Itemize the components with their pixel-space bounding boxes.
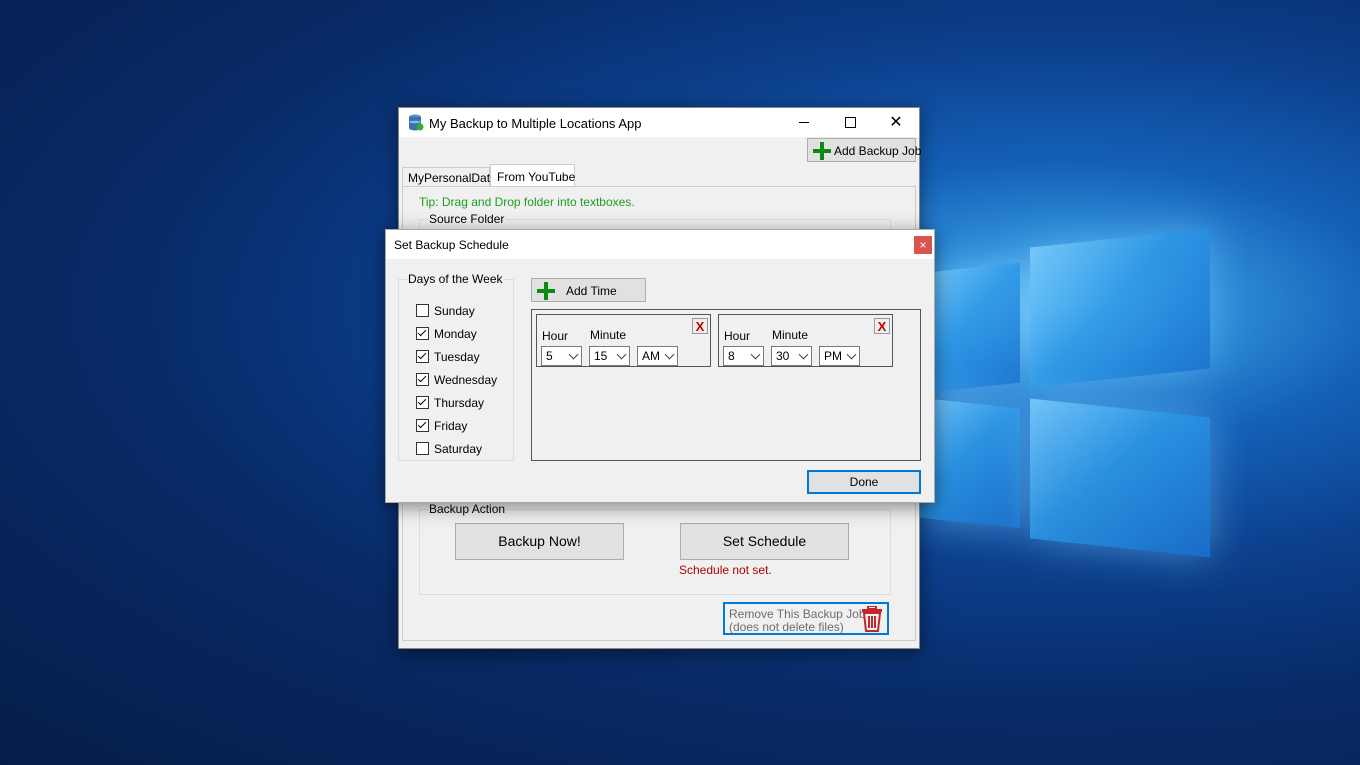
- trash-icon: [862, 606, 882, 632]
- plus-icon: [537, 282, 555, 300]
- close-icon: ×: [919, 238, 927, 252]
- tip-text: Tip: Drag and Drop folder into textboxes…: [419, 195, 635, 209]
- day-checkbox-row[interactable]: Friday: [416, 418, 506, 434]
- tab-mypersonaldata[interactable]: MyPersonalData: [402, 167, 497, 186]
- chevron-down-icon: [798, 349, 809, 360]
- minute-label: Minute: [590, 328, 627, 342]
- schedule-status-text: Schedule not set.: [679, 563, 772, 577]
- hour-select[interactable]: 8: [723, 346, 764, 366]
- minute-label: Minute: [772, 328, 809, 342]
- day-checkbox-row[interactable]: Monday: [416, 326, 506, 342]
- minute-select-value: 15: [594, 349, 608, 363]
- close-icon: ✕: [889, 114, 903, 131]
- tab-label: From YouTube: [497, 170, 576, 184]
- day-label: Thursday: [434, 396, 485, 410]
- minute-select[interactable]: 15: [589, 346, 630, 366]
- minute-select-value: 30: [776, 349, 790, 363]
- done-button[interactable]: Done: [807, 470, 921, 494]
- schedule-title-bar: Set Backup Schedule ×: [386, 230, 934, 259]
- chevron-down-icon: [664, 349, 675, 360]
- day-checkbox-row[interactable]: Sunday: [416, 303, 506, 319]
- time-slot: Hour Minute X 5 15 AM: [536, 314, 711, 367]
- minimize-button[interactable]: [781, 108, 827, 137]
- day-checkbox-row[interactable]: Tuesday: [416, 349, 506, 365]
- chevron-down-icon: [846, 349, 857, 360]
- backup-now-label: Backup Now!: [498, 533, 581, 549]
- day-checkbox-row[interactable]: Thursday: [416, 395, 506, 411]
- add-time-label: Add Time: [566, 284, 617, 298]
- day-label: Tuesday: [434, 350, 480, 364]
- remove-job-line2: (does not delete files): [729, 620, 844, 634]
- hour-select-value: 8: [728, 349, 735, 363]
- ampm-select-value: AM: [642, 349, 660, 363]
- day-label: Monday: [434, 327, 477, 341]
- day-label: Saturday: [434, 442, 483, 456]
- day-checkbox[interactable]: [416, 442, 429, 455]
- tab-label: MyPersonalData: [408, 171, 497, 185]
- ampm-select[interactable]: AM: [637, 346, 678, 366]
- day-label: Sunday: [434, 304, 475, 318]
- main-title-bar: My Backup to Multiple Locations App ✕: [399, 108, 919, 137]
- source-folder-label: Source Folder: [428, 212, 506, 226]
- day-checkbox[interactable]: [416, 304, 429, 317]
- add-backup-job-label: Add Backup Job: [834, 144, 922, 158]
- close-button[interactable]: ✕: [873, 108, 919, 137]
- main-window-title: My Backup to Multiple Locations App: [429, 116, 642, 131]
- add-backup-job-button[interactable]: Add Backup Job: [807, 138, 921, 162]
- tab-from-youtube[interactable]: From YouTube: [490, 164, 575, 187]
- day-checkbox[interactable]: [416, 327, 429, 340]
- chevron-down-icon: [616, 349, 627, 360]
- backup-now-button[interactable]: Backup Now!: [455, 523, 624, 560]
- hour-label: Hour: [542, 329, 569, 343]
- remove-time-button[interactable]: X: [874, 318, 890, 334]
- remove-time-button[interactable]: X: [692, 318, 708, 334]
- days-group-title: Days of the Week: [407, 272, 504, 286]
- time-slot: Hour Minute X 8 30 PM: [718, 314, 893, 367]
- chevron-down-icon: [568, 349, 579, 360]
- day-label: Wednesday: [434, 373, 498, 387]
- backup-action-title: Backup Action: [428, 502, 507, 516]
- schedule-dialog: Set Backup Schedule × Days of the Week S…: [385, 229, 935, 503]
- windows-logo: [900, 228, 1220, 568]
- minimize-icon: [799, 122, 809, 124]
- minute-select[interactable]: 30: [771, 346, 812, 366]
- remove-backup-job-button[interactable]: Remove This Backup Job (does not delete …: [723, 602, 889, 635]
- database-app-icon: [409, 114, 424, 131]
- day-checkbox[interactable]: [416, 419, 429, 432]
- ampm-select[interactable]: PM: [819, 346, 860, 366]
- dialog-close-button[interactable]: ×: [914, 236, 932, 254]
- day-label: Friday: [434, 419, 468, 433]
- maximize-icon: [844, 117, 856, 129]
- schedule-dialog-title: Set Backup Schedule: [394, 238, 509, 252]
- remove-job-line1: Remove This Backup Job: [729, 607, 866, 621]
- hour-select-value: 5: [546, 349, 553, 363]
- maximize-button[interactable]: [827, 108, 873, 137]
- day-checkbox-row[interactable]: Saturday: [416, 441, 506, 457]
- hour-label: Hour: [724, 329, 751, 343]
- days-of-week-group: Days of the Week Sunday Monday Tuesday Wedn…: [398, 272, 514, 461]
- plus-icon: [813, 142, 831, 160]
- set-schedule-label: Set Schedule: [722, 533, 807, 549]
- day-checkbox[interactable]: [416, 396, 429, 409]
- add-time-button[interactable]: Add Time: [531, 278, 646, 302]
- day-checkbox[interactable]: [416, 373, 429, 386]
- done-label: Done: [849, 475, 879, 489]
- chevron-down-icon: [750, 349, 761, 360]
- ampm-select-value: PM: [824, 349, 842, 363]
- backup-action-group: Backup Action Backup Now! Set Schedule S…: [419, 502, 891, 595]
- day-checkbox-row[interactable]: Wednesday: [416, 372, 506, 388]
- hour-select[interactable]: 5: [541, 346, 582, 366]
- day-checkbox[interactable]: [416, 350, 429, 363]
- time-slots-panel: Hour Minute X 5 15 AM Hour Minute X 8 30 PM: [531, 309, 921, 461]
- set-schedule-button[interactable]: Set Schedule: [680, 523, 849, 560]
